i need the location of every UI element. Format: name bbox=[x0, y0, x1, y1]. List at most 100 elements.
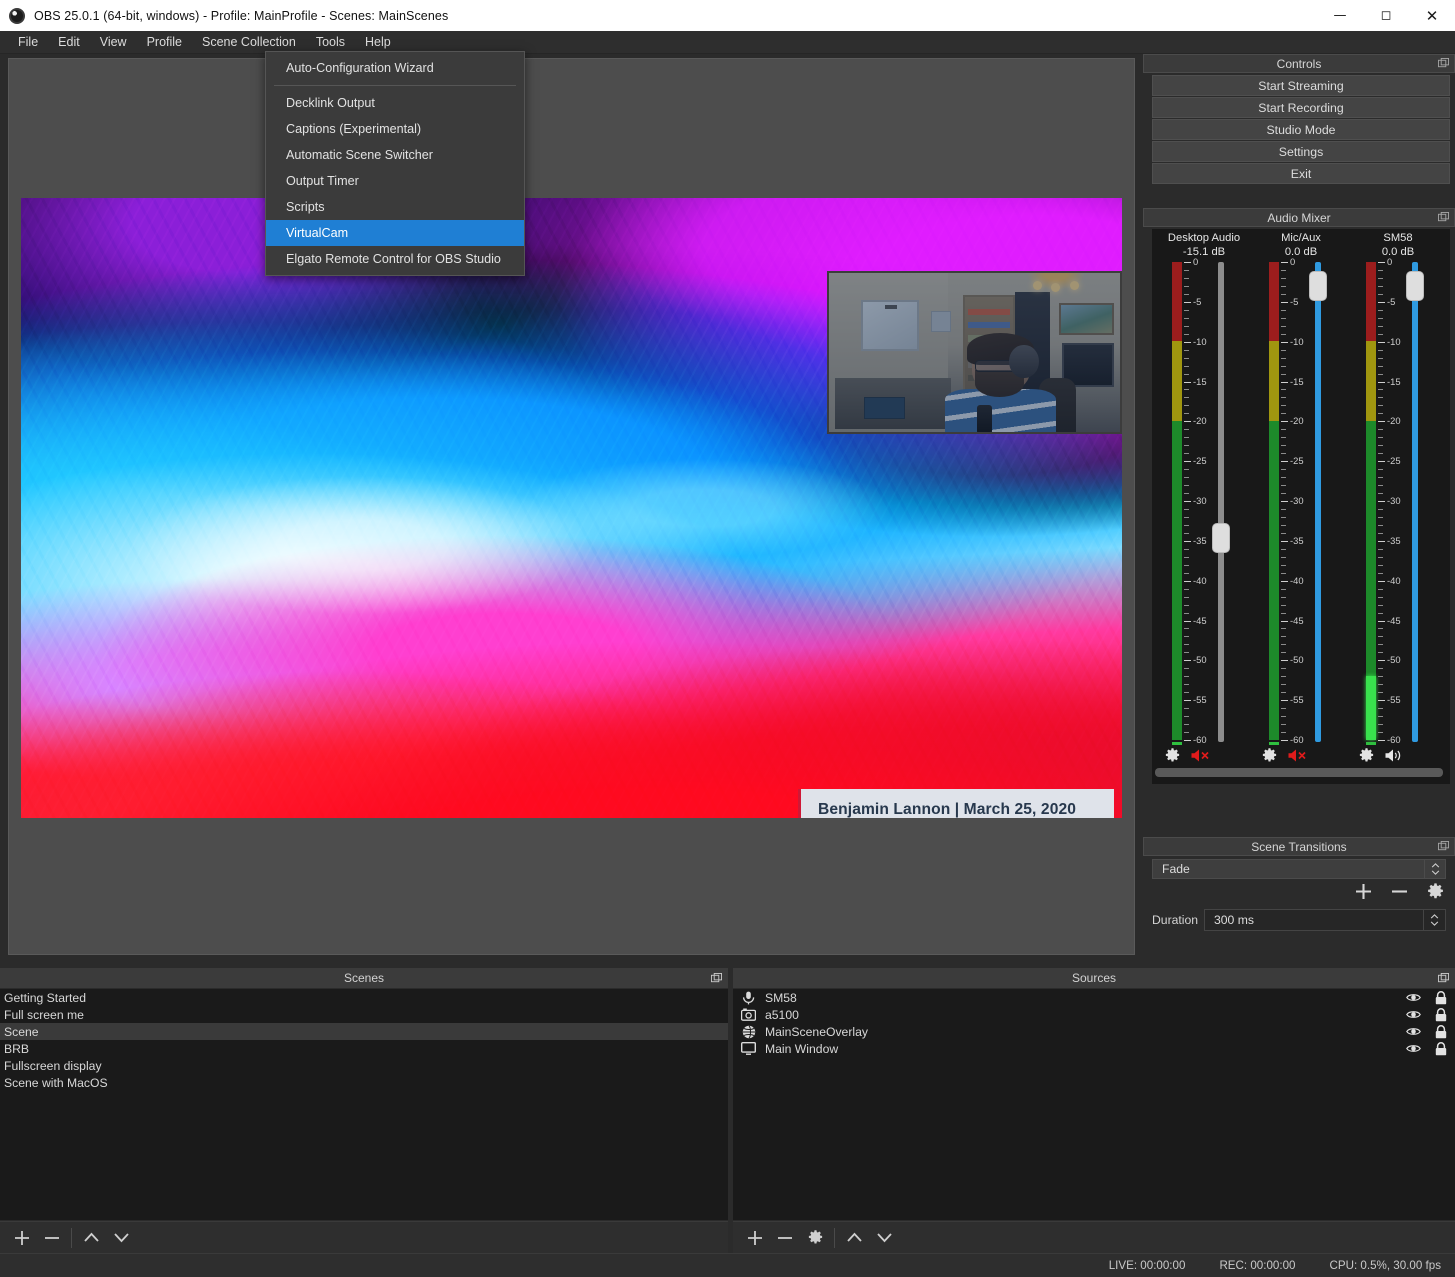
float-dock-icon[interactable] bbox=[1438, 841, 1449, 852]
menu-item-output-timer[interactable]: Output Timer bbox=[266, 168, 524, 194]
float-dock-icon[interactable] bbox=[711, 973, 722, 984]
unmute-button[interactable] bbox=[1384, 747, 1405, 764]
scene-list-item[interactable]: Scene bbox=[0, 1023, 728, 1040]
source-lock-toggle[interactable] bbox=[1435, 1025, 1447, 1039]
move-source-up-button[interactable] bbox=[839, 1224, 869, 1252]
meter-scale-label: -10 bbox=[1290, 336, 1304, 347]
volume-fader[interactable] bbox=[1412, 262, 1418, 742]
source-visibility-toggle[interactable] bbox=[1406, 1043, 1421, 1054]
menu-item-automatic-scene-switcher[interactable]: Automatic Scene Switcher bbox=[266, 142, 524, 168]
preview-area[interactable]: Benjamin Lannon | March 25, 2020 Today: … bbox=[8, 58, 1135, 955]
close-button[interactable]: ✕ bbox=[1409, 0, 1455, 31]
status-live: LIVE: 00:00:00 bbox=[1109, 1259, 1186, 1272]
scenes-list[interactable]: Getting StartedFull screen meSceneBRBFul… bbox=[0, 989, 728, 1220]
settings-button[interactable]: Settings bbox=[1152, 141, 1450, 162]
source-list-item[interactable]: Main Window bbox=[733, 1040, 1455, 1057]
menu-item-auto-configuration-wizard[interactable]: Auto-Configuration Wizard bbox=[266, 55, 524, 81]
controls-title-label: Controls bbox=[1277, 57, 1322, 71]
minimize-button[interactable]: — bbox=[1317, 0, 1363, 31]
scene-list-item[interactable]: Full screen me bbox=[0, 1006, 728, 1023]
volume-fader-knob[interactable] bbox=[1406, 271, 1424, 301]
microphone-icon bbox=[740, 990, 757, 1005]
menu-file[interactable]: File bbox=[8, 32, 48, 53]
transition-select[interactable]: Fade bbox=[1152, 859, 1446, 879]
menu-item-captions[interactable]: Captions (Experimental) bbox=[266, 116, 524, 142]
add-scene-button[interactable] bbox=[7, 1224, 37, 1252]
scene-list-item[interactable]: BRB bbox=[0, 1040, 728, 1057]
audio-mixer-dock-title: Audio Mixer bbox=[1143, 208, 1455, 227]
maximize-button[interactable]: ◻ bbox=[1363, 0, 1409, 31]
source-visibility-toggle[interactable] bbox=[1406, 1026, 1421, 1037]
add-source-button[interactable] bbox=[740, 1224, 770, 1252]
meter-scale-label: -30 bbox=[1290, 495, 1304, 506]
audio-mixer-scrollbar[interactable] bbox=[1155, 768, 1443, 777]
source-list-item[interactable]: MainSceneOverlay bbox=[733, 1023, 1455, 1040]
sources-list[interactable]: SM58 a5100 MainSceneOverlay Main Window bbox=[733, 989, 1455, 1220]
scene-list-item[interactable]: Getting Started bbox=[0, 989, 728, 1006]
volume-fader-knob[interactable] bbox=[1309, 271, 1327, 301]
menu-scene-collection[interactable]: Scene Collection bbox=[192, 32, 306, 53]
mute-button[interactable] bbox=[1190, 747, 1211, 764]
meter-scale-label: -25 bbox=[1193, 455, 1207, 466]
start-streaming-button[interactable]: Start Streaming bbox=[1152, 75, 1450, 96]
volume-meter bbox=[1172, 262, 1182, 740]
menu-profile[interactable]: Profile bbox=[137, 32, 192, 53]
meter-scale-label: -25 bbox=[1387, 455, 1401, 466]
float-dock-icon[interactable] bbox=[1438, 973, 1449, 984]
volume-fader[interactable] bbox=[1218, 262, 1224, 742]
float-dock-icon[interactable] bbox=[1438, 58, 1449, 69]
move-scene-down-button[interactable] bbox=[106, 1224, 136, 1252]
start-recording-button[interactable]: Start Recording bbox=[1152, 97, 1450, 118]
gear-icon bbox=[807, 1229, 824, 1246]
source-visibility-toggle[interactable] bbox=[1406, 992, 1421, 1003]
meter-scale-label: -20 bbox=[1290, 415, 1304, 426]
menu-view[interactable]: View bbox=[90, 32, 137, 53]
transition-toolbar bbox=[1354, 882, 1445, 901]
move-source-down-button[interactable] bbox=[869, 1224, 899, 1252]
source-properties-button[interactable] bbox=[800, 1224, 830, 1252]
menu-item-decklink-output[interactable]: Decklink Output bbox=[266, 90, 524, 116]
scene-list-item[interactable]: Fullscreen display bbox=[0, 1057, 728, 1074]
remove-scene-button[interactable] bbox=[37, 1224, 67, 1252]
menu-help[interactable]: Help bbox=[355, 32, 401, 53]
source-lock-toggle[interactable] bbox=[1435, 991, 1447, 1005]
chevron-up-icon bbox=[846, 1231, 863, 1244]
remove-source-button[interactable] bbox=[770, 1224, 800, 1252]
audio-mixer-body: Desktop Audio -15.1 dB 0-5-10-15-20-25-3… bbox=[1152, 229, 1450, 784]
menu-item-virtualcam[interactable]: VirtualCam bbox=[266, 220, 524, 246]
source-lock-toggle[interactable] bbox=[1435, 1042, 1447, 1056]
exit-button[interactable]: Exit bbox=[1152, 163, 1450, 184]
preview-canvas[interactable]: Benjamin Lannon | March 25, 2020 Today: … bbox=[21, 198, 1122, 818]
scene-list-item[interactable]: Scene with MacOS bbox=[0, 1074, 728, 1091]
transition-duration-row: Duration 300 ms bbox=[1152, 909, 1446, 931]
move-scene-up-button[interactable] bbox=[76, 1224, 106, 1252]
volume-fader[interactable] bbox=[1315, 262, 1321, 742]
channel-db-value: -15.1 dB bbox=[1158, 246, 1250, 258]
speaker-muted-icon bbox=[1190, 747, 1211, 764]
volume-fader-knob[interactable] bbox=[1212, 523, 1230, 553]
duration-input[interactable]: 300 ms bbox=[1204, 909, 1446, 931]
channel-settings-button[interactable] bbox=[1358, 747, 1375, 764]
plus-icon[interactable] bbox=[1354, 882, 1373, 901]
source-lock-toggle[interactable] bbox=[1435, 1008, 1447, 1022]
studio-mode-button[interactable]: Studio Mode bbox=[1152, 119, 1450, 140]
menu-item-scripts[interactable]: Scripts bbox=[266, 194, 524, 220]
channel-settings-button[interactable] bbox=[1164, 747, 1181, 764]
source-list-item[interactable]: a5100 bbox=[733, 1006, 1455, 1023]
menu-item-elgato-remote-control[interactable]: Elgato Remote Control for OBS Studio bbox=[266, 246, 524, 272]
channel-settings-button[interactable] bbox=[1261, 747, 1278, 764]
webcam-pip-source[interactable] bbox=[827, 271, 1122, 434]
source-visibility-toggle[interactable] bbox=[1406, 1009, 1421, 1020]
duration-spinner[interactable] bbox=[1423, 910, 1445, 930]
menu-edit[interactable]: Edit bbox=[48, 32, 90, 53]
menu-tools[interactable]: Tools bbox=[306, 32, 355, 53]
tools-dropdown-menu: Auto-Configuration Wizard Decklink Outpu… bbox=[265, 51, 525, 276]
chevron-down-icon bbox=[1431, 870, 1440, 875]
transition-select-spinner[interactable] bbox=[1424, 860, 1445, 878]
mute-button[interactable] bbox=[1287, 747, 1308, 764]
minus-icon[interactable] bbox=[1390, 882, 1409, 901]
minus-icon bbox=[43, 1229, 61, 1247]
float-dock-icon[interactable] bbox=[1438, 212, 1449, 223]
source-list-item[interactable]: SM58 bbox=[733, 989, 1455, 1006]
gear-icon[interactable] bbox=[1426, 882, 1445, 901]
